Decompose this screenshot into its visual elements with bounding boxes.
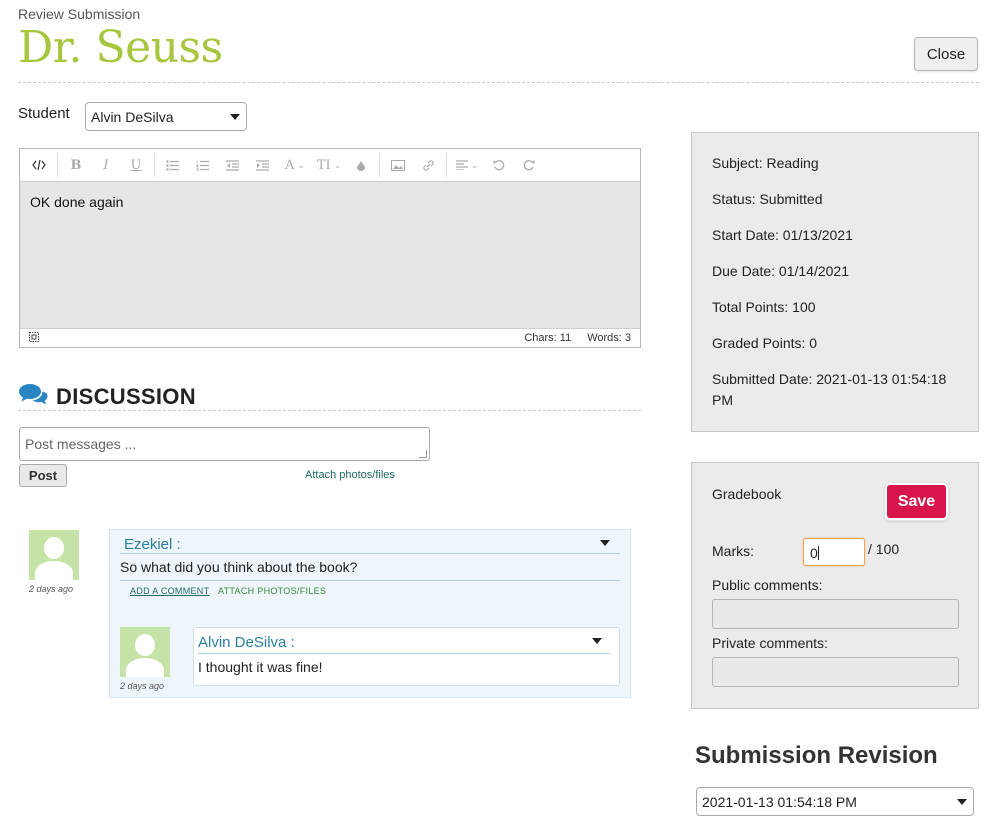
assignment-info-panel: Subject: Reading Status: Submitted Start… (691, 132, 979, 432)
italic-icon[interactable]: I (91, 153, 121, 177)
toolbar-separator (446, 153, 447, 177)
fullscreen-icon[interactable] (29, 331, 39, 345)
reply-card: Alvin DeSilva : I thought it was fine! (193, 627, 620, 686)
avatar-head (44, 537, 64, 559)
gradebook-title: Gradebook (712, 486, 782, 502)
revision-select[interactable]: 2021-01-13 01:54:18 PM (696, 787, 974, 816)
info-submitted-date: Submitted Date: 2021-01-13 01:54:18 PM (712, 371, 947, 408)
page-subtitle: Review Submission (18, 6, 141, 22)
editor-toolbar: B I U A ⌄ TI ⌄ ⌄ (20, 149, 640, 182)
toolbar-separator (154, 153, 155, 177)
author-underline (120, 553, 620, 554)
font-size-icon[interactable]: TI ⌄ (312, 153, 346, 177)
resize-handle-icon[interactable] (419, 450, 427, 458)
discussion-divider (18, 410, 641, 411)
comment-author[interactable]: Ezekiel : (124, 536, 181, 553)
attach-files-link[interactable]: Attach photos/files (305, 469, 395, 481)
outdent-icon[interactable] (218, 153, 248, 177)
bullet-list-icon[interactable] (158, 153, 188, 177)
private-comments-label: Private comments: (712, 635, 828, 651)
char-count: Chars: 11 (524, 332, 572, 344)
marks-input[interactable]: 0 (803, 538, 865, 566)
public-comments-label: Public comments: (712, 577, 823, 593)
comment-message: So what did you think about the book? (120, 559, 358, 575)
editor-content[interactable]: OK done again (20, 182, 640, 328)
numbered-list-icon[interactable] (188, 153, 218, 177)
info-status: Status: Submitted (712, 191, 823, 207)
discussion-title: DISCUSSION (56, 383, 196, 409)
marks-value: 0 (810, 545, 818, 561)
avatar (29, 530, 79, 580)
page-title: Dr. Seuss (18, 22, 223, 73)
reply-message: I thought it was fine! (198, 659, 323, 675)
submission-editor: B I U A ⌄ TI ⌄ ⌄ OK done again Chars: 11… (19, 148, 641, 348)
font-color-icon[interactable]: A ⌄ (278, 153, 312, 177)
undo-icon[interactable] (484, 153, 514, 177)
student-select[interactable]: Alvin DeSilva (85, 102, 247, 131)
chevron-down-icon (230, 114, 240, 120)
word-count: Words: 3 (587, 332, 631, 344)
comment-menu-icon[interactable] (600, 540, 610, 546)
gradebook-panel: Gradebook Save Marks: 0 / 100 Public com… (691, 462, 979, 709)
text-cursor (817, 546, 819, 560)
post-message-input[interactable]: Post messages ... (19, 427, 430, 461)
private-comments-field[interactable] (712, 657, 959, 687)
student-label: Student (18, 105, 70, 122)
info-subject: Subject: Reading (712, 155, 819, 171)
info-total-points: Total Points: 100 (712, 299, 816, 315)
marks-total: / 100 (868, 541, 900, 557)
link-icon[interactable] (413, 153, 443, 177)
highlight-icon[interactable] (346, 153, 376, 177)
avatar (120, 627, 170, 677)
post-button[interactable]: Post (19, 464, 67, 487)
header-divider (18, 82, 979, 83)
info-graded-points: Graded Points: 0 (712, 335, 818, 351)
image-icon[interactable] (383, 153, 413, 177)
student-select-value: Alvin DeSilva (91, 109, 174, 125)
save-button[interactable]: Save (885, 483, 948, 520)
avatar-head (135, 634, 155, 656)
public-comments-field[interactable] (712, 599, 959, 629)
toolbar-separator (57, 153, 58, 177)
close-button[interactable]: Close (914, 37, 978, 71)
avatar-body (35, 561, 73, 580)
indent-icon[interactable] (248, 153, 278, 177)
avatar-body (126, 658, 164, 677)
redo-icon[interactable] (514, 153, 544, 177)
revision-select-value: 2021-01-13 01:54:18 PM (702, 794, 857, 810)
underline-icon[interactable]: U (121, 153, 151, 177)
bold-icon[interactable]: B (61, 153, 91, 177)
reply-timestamp: 2 days ago (120, 681, 165, 691)
revision-title: Submission Revision (695, 742, 938, 769)
info-due-date: Due Date: 01/14/2021 (712, 263, 849, 279)
comment-timestamp: 2 days ago (29, 584, 74, 594)
chevron-down-icon (957, 799, 967, 805)
chat-bubbles-icon (18, 383, 48, 410)
align-icon[interactable]: ⌄ (450, 153, 484, 177)
post-message-placeholder: Post messages ... (25, 436, 137, 452)
attach-photos-link[interactable]: ATTACH PHOTOS/FILES (218, 586, 326, 596)
reply-menu-icon[interactable] (592, 638, 602, 644)
info-start-date: Start Date: 01/13/2021 (712, 227, 853, 243)
reply-author[interactable]: Alvin DeSilva : (198, 634, 295, 651)
toolbar-separator (379, 153, 380, 177)
add-comment-link[interactable]: ADD A COMMENT (130, 586, 209, 596)
code-view-icon[interactable] (24, 153, 54, 177)
message-underline (120, 580, 620, 581)
marks-label: Marks: (712, 543, 754, 559)
editor-statusbar: Chars: 11 Words: 3 (20, 328, 640, 347)
author-underline (198, 653, 610, 654)
discussion-header: DISCUSSION (18, 383, 196, 410)
